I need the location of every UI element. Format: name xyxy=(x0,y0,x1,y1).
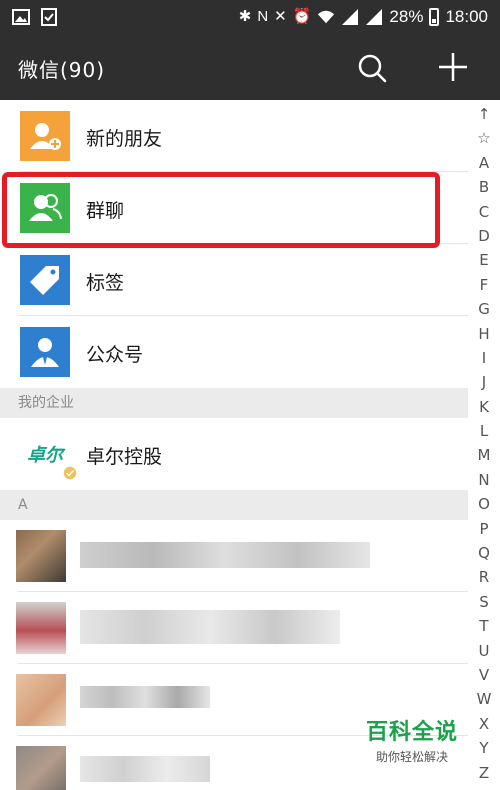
list-item-label: 卓尔控股 xyxy=(86,446,163,468)
watermark-subtitle: 助你轻松解决 xyxy=(375,750,448,764)
section-header-enterprise: 我的企业 xyxy=(0,388,468,418)
mute-icon: ✕ xyxy=(274,8,287,25)
signal-icon xyxy=(366,9,383,25)
avatar xyxy=(16,530,66,582)
index-letter[interactable]: ☆ xyxy=(477,126,490,150)
clock: 18:00 xyxy=(445,7,488,26)
list-item-tags[interactable]: 标签 xyxy=(0,244,468,316)
index-letter[interactable]: Q xyxy=(478,541,490,565)
image-icon xyxy=(12,9,30,25)
list-item-label: 新的朋友 xyxy=(86,128,163,150)
blurred-name xyxy=(80,610,340,644)
new-friend-icon xyxy=(20,111,70,161)
index-letter[interactable]: X xyxy=(479,712,489,736)
index-letter[interactable]: J xyxy=(482,370,486,394)
index-letter[interactable]: T xyxy=(479,614,488,638)
highlight-frame xyxy=(2,172,440,248)
status-bar: ✱ N ✕ ⏰ 28% 18:00 xyxy=(0,0,500,36)
blurred-name xyxy=(80,686,210,708)
index-letter[interactable]: C xyxy=(479,200,489,224)
alphabet-index[interactable]: ↑ ☆ A B C D E F G H I J K L M N O P Q R … xyxy=(468,100,500,790)
index-letter[interactable]: F xyxy=(480,273,489,297)
battery-percent: 28% xyxy=(389,7,424,26)
checklist-icon xyxy=(41,8,57,26)
enterprise-logo-text: 卓尔 xyxy=(27,445,63,466)
list-item-official-accounts[interactable]: 公众号 xyxy=(0,316,468,388)
battery-icon xyxy=(429,8,440,26)
watermark-title: 百科全说 xyxy=(365,720,458,745)
index-letter[interactable]: I xyxy=(482,346,486,370)
wifi-icon xyxy=(318,10,335,24)
bluetooth-icon: ✱ xyxy=(238,8,252,25)
index-letter[interactable]: Z xyxy=(479,761,489,785)
index-letter[interactable]: M xyxy=(478,443,491,467)
page-title: 微信(90) xyxy=(18,58,106,82)
list-item-contact[interactable] xyxy=(0,520,468,592)
index-letter[interactable]: A xyxy=(479,151,489,175)
list-item-label: 公众号 xyxy=(86,344,144,366)
index-letter[interactable]: R xyxy=(479,565,489,589)
index-letter[interactable]: U xyxy=(479,639,490,663)
index-letter[interactable]: S xyxy=(479,590,489,614)
index-letter[interactable]: ↑ xyxy=(478,102,491,126)
avatar xyxy=(16,746,66,790)
enterprise-logo: 卓尔 xyxy=(20,429,78,481)
plus-icon[interactable] xyxy=(436,50,470,84)
index-letter[interactable]: D xyxy=(478,224,490,248)
index-letter[interactable]: W xyxy=(477,687,492,711)
blurred-name xyxy=(80,756,210,782)
official-account-icon xyxy=(20,327,70,377)
index-letter[interactable]: H xyxy=(478,322,489,346)
status-left-icons xyxy=(12,8,58,26)
watermark: 百科全说 助你轻松解决 xyxy=(362,714,462,765)
index-letter[interactable]: E xyxy=(479,248,488,272)
list-item-contact[interactable] xyxy=(0,592,468,664)
avatar xyxy=(16,602,66,654)
index-letter[interactable]: P xyxy=(479,517,488,541)
title-bar: 微信(90) xyxy=(0,36,500,100)
blurred-name xyxy=(80,542,370,568)
avatar xyxy=(16,674,66,726)
signal-icon xyxy=(342,9,359,25)
tag-icon xyxy=(20,255,70,305)
index-letter[interactable]: B xyxy=(479,175,489,199)
list-item-new-friends[interactable]: 新的朋友 xyxy=(0,100,468,172)
nfc-icon: N xyxy=(257,8,269,25)
alarm-icon: ⏰ xyxy=(292,8,312,25)
section-header-a: A xyxy=(0,490,468,520)
verified-badge-icon xyxy=(62,465,78,481)
list-item-enterprise[interactable]: 卓尔 卓尔控股 xyxy=(0,418,468,490)
index-letter[interactable]: V xyxy=(479,663,489,687)
index-letter[interactable]: G xyxy=(478,297,490,321)
index-letter[interactable]: N xyxy=(478,468,489,492)
list-item-label: 标签 xyxy=(86,272,125,294)
search-icon[interactable] xyxy=(356,52,388,84)
index-letter[interactable]: L xyxy=(480,419,488,443)
index-letter[interactable]: O xyxy=(478,492,490,516)
index-letter[interactable]: Y xyxy=(479,736,488,760)
status-right-icons: ✱ N ✕ ⏰ 28% 18:00 xyxy=(239,7,488,27)
index-letter[interactable]: K xyxy=(479,395,489,419)
